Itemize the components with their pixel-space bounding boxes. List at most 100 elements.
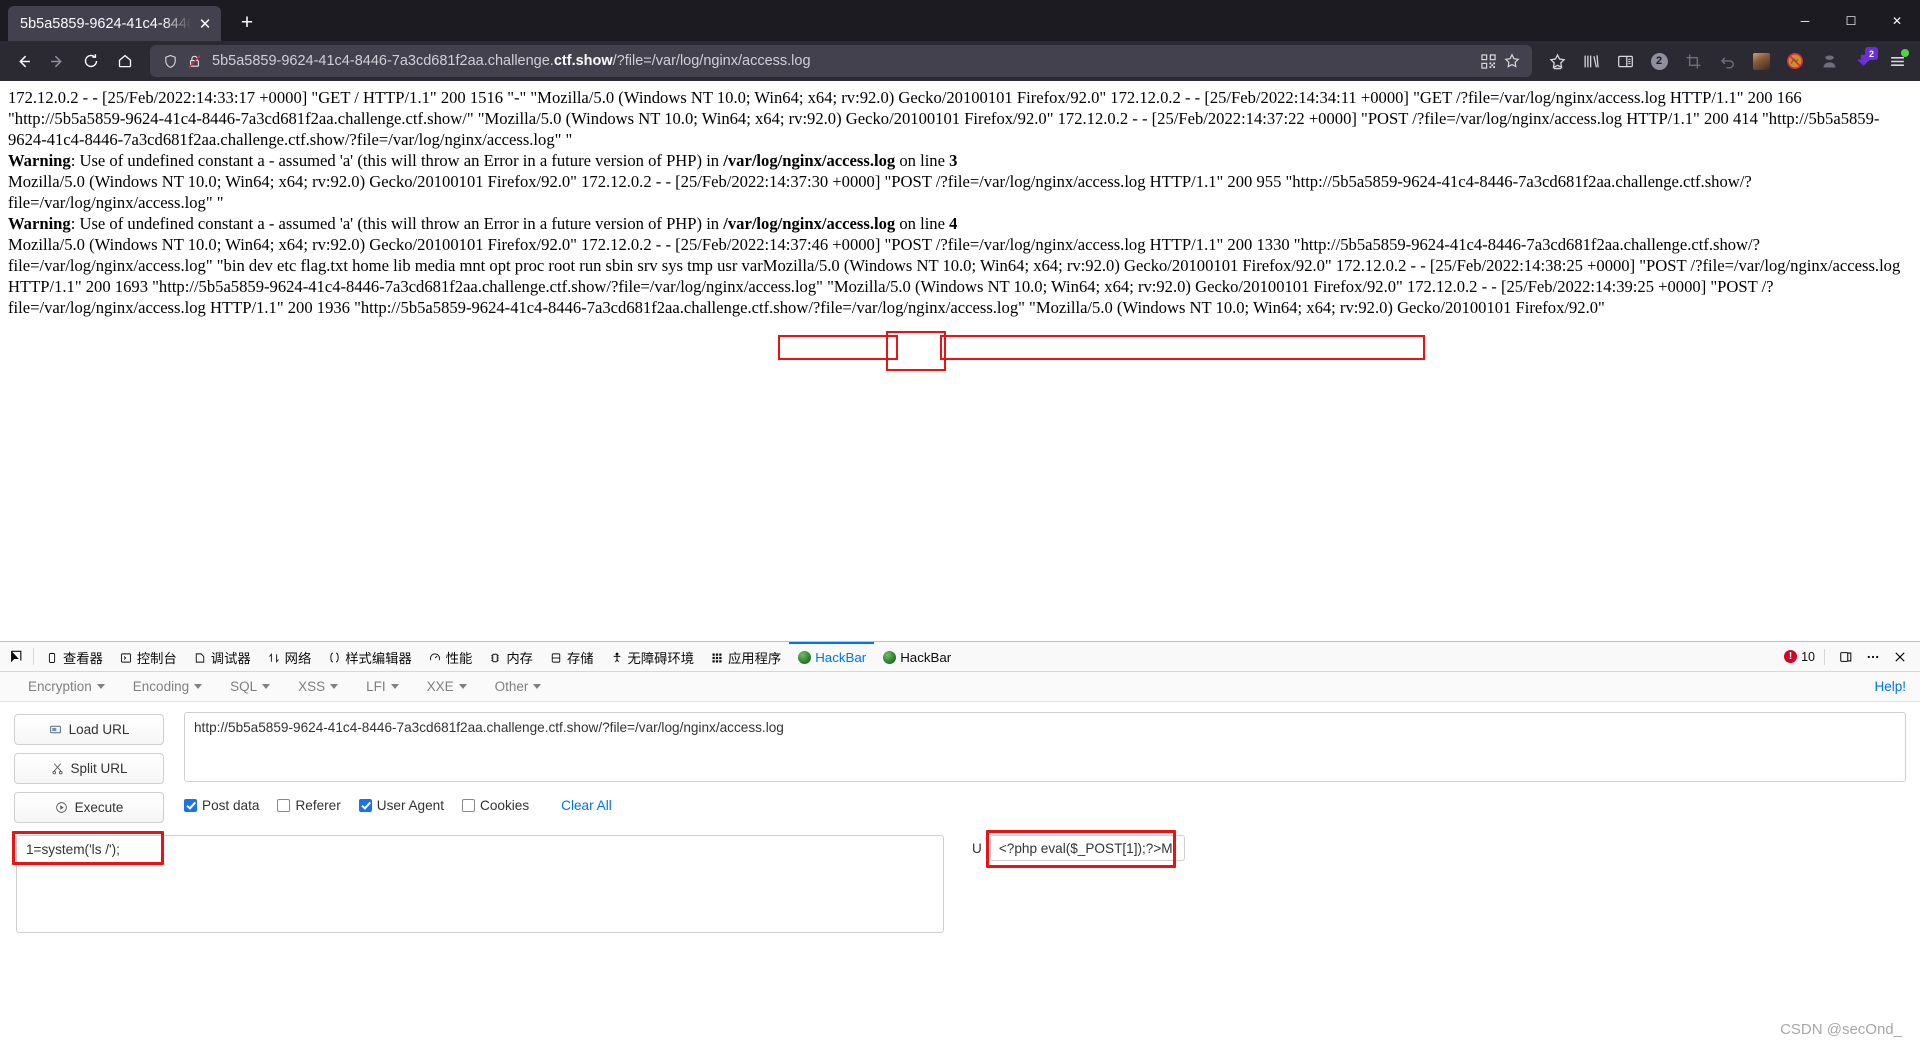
devtools-tab-storage[interactable]: 存储	[541, 642, 602, 671]
warning-label-1: Warning	[8, 151, 71, 170]
devtools-panel: 查看器 控制台 调试器 网络 样式编辑器 性能 内存 存储 无障碍环境 应用程序…	[0, 641, 1920, 1048]
hackbar-menu-encryption[interactable]: Encryption	[14, 679, 119, 694]
devtools-tab-memory[interactable]: 内存	[480, 642, 541, 671]
devtools-tab-hackbar-selected[interactable]: HackBar	[789, 642, 875, 671]
annotation-box-ls-left	[778, 335, 898, 360]
devtools-tab-debugger[interactable]: 调试器	[185, 642, 259, 671]
split-url-label: Split URL	[70, 761, 128, 776]
minimize-icon[interactable]: ─	[1782, 0, 1828, 41]
devtools-tab-accessibility[interactable]: 无障碍环境	[602, 642, 702, 671]
address-bar[interactable]: 5b5a5859-9624-41c4-8446-7a3cd681f2aa.cha…	[150, 45, 1532, 77]
devtools-tab-label: 内存	[506, 651, 533, 666]
url-text: 5b5a5859-9624-41c4-8446-7a3cd681f2aa.cha…	[212, 53, 811, 69]
devtools-tab-style-editor[interactable]: 样式编辑器	[319, 642, 419, 671]
warning-file-1: /var/log/nginx/access.log	[723, 151, 896, 170]
update-indicator-dot	[1901, 49, 1909, 57]
more-options-icon[interactable]	[1861, 645, 1885, 669]
devtools-tab-label: 存储	[566, 651, 594, 666]
checkbox-box	[184, 799, 197, 812]
browser-chrome: 5b5a5859-9624-41c4-8446-7a3cd681f2aa ✕ +…	[0, 0, 1920, 81]
hackbar-menu-xss[interactable]: XSS	[284, 679, 352, 694]
checkbox-post-data[interactable]: Post data	[184, 798, 267, 813]
hackbar-menu-encoding[interactable]: Encoding	[119, 679, 216, 694]
forward-arrow-icon[interactable]	[40, 45, 74, 77]
close-icon[interactable]: ✕	[195, 14, 215, 34]
checkbox-user-agent[interactable]: User Agent	[358, 798, 452, 813]
load-url-button[interactable]: Load URL	[14, 714, 164, 745]
hackbar-menu-sql[interactable]: SQL	[216, 679, 284, 694]
checkbox-box	[277, 799, 291, 812]
clear-all-link[interactable]: Clear All	[561, 798, 612, 813]
hamburger-menu-icon[interactable]	[1880, 45, 1914, 77]
container-tabs-icon[interactable]: 2	[1642, 45, 1676, 77]
chevron-down-icon	[330, 684, 339, 689]
window-close-icon[interactable]: ✕	[1874, 0, 1920, 41]
split-url-button[interactable]: Split URL	[14, 753, 164, 784]
checkbox-box	[358, 799, 372, 812]
warning-file-2: /var/log/nginx/access.log	[723, 214, 896, 233]
load-url-icon	[49, 723, 63, 737]
devtools-tab-label: 调试器	[210, 651, 251, 666]
hackbar-menu-xxe[interactable]: XXE	[413, 679, 481, 694]
user-agent-switcher-icon[interactable]	[1812, 45, 1846, 77]
devtools-tab-application[interactable]: 应用程序	[702, 642, 789, 671]
style-editor-icon	[327, 651, 341, 665]
navigation-toolbar: 5b5a5859-9624-41c4-8446-7a3cd681f2aa.cha…	[0, 41, 1920, 81]
devtools-tabbar: 查看器 控制台 调试器 网络 样式编辑器 性能 内存 存储 无障碍环境 应用程序…	[0, 642, 1920, 672]
library-icon[interactable]	[1574, 45, 1608, 77]
dock-layout-icon[interactable]	[1834, 645, 1858, 669]
home-icon[interactable]	[108, 45, 142, 77]
bookmark-star-icon[interactable]	[1500, 49, 1524, 73]
hackbar-action-buttons: Load URL Split URL Execute	[14, 712, 164, 823]
screenshot-crop-icon[interactable]	[1676, 45, 1710, 77]
close-devtools-icon[interactable]	[1888, 645, 1912, 669]
console-icon	[119, 651, 133, 665]
sidebar-toggle-icon[interactable]	[1608, 45, 1642, 77]
warning-body-1: : Use of undefined constant a - assumed …	[70, 151, 724, 170]
devtools-tab-hackbar-2[interactable]: HackBar	[874, 642, 959, 671]
browser-tab-active[interactable]: 5b5a5859-9624-41c4-8446-7a3cd681f2aa ✕	[8, 6, 221, 41]
profile-avatar-icon[interactable]	[1744, 45, 1778, 77]
devtools-tab-performance[interactable]: 性能	[420, 642, 481, 671]
pocket-save-icon[interactable]	[1540, 45, 1574, 77]
devtools-tab-inspector[interactable]: 查看器	[37, 642, 111, 671]
url-input[interactable]	[184, 712, 1906, 782]
inspector-icon	[45, 651, 59, 665]
maximize-icon[interactable]: ☐	[1828, 0, 1874, 41]
tracking-protection-disabled-icon[interactable]	[182, 49, 206, 73]
shield-icon[interactable]	[158, 49, 182, 73]
hackbar-menu-other[interactable]: Other	[481, 679, 556, 694]
post-data-input[interactable]	[16, 835, 944, 933]
element-picker-icon[interactable]	[2, 642, 30, 671]
devtools-tab-network[interactable]: 网络	[259, 642, 320, 671]
checkbox-referer[interactable]: Referer	[277, 798, 348, 813]
hackbar-body: Load URL Split URL Execute http://5b5a58…	[0, 702, 1920, 823]
accessibility-icon	[610, 651, 624, 665]
devtools-tab-console[interactable]: 控制台	[111, 642, 185, 671]
qr-code-icon[interactable]	[1476, 49, 1500, 73]
execute-label: Execute	[74, 800, 124, 815]
undo-icon[interactable]	[1710, 45, 1744, 77]
reload-icon[interactable]	[74, 45, 108, 77]
split-url-icon	[50, 762, 64, 776]
execute-button[interactable]: Execute	[14, 792, 164, 823]
checkbox-cookies[interactable]: Cookies	[462, 798, 537, 813]
user-agent-input[interactable]	[989, 835, 1185, 861]
hackbar-help-link[interactable]: Help!	[1874, 679, 1906, 694]
chevron-down-icon	[262, 684, 271, 689]
annotation-box-flag	[886, 331, 946, 371]
hackbar-menu-lfi[interactable]: LFI	[352, 679, 413, 694]
watermark: CSDN @secOnd_	[1780, 1021, 1902, 1038]
adblock-disabled-icon[interactable]	[1778, 45, 1812, 77]
error-count-badge[interactable]: ! 10	[1784, 650, 1815, 664]
memory-icon	[488, 651, 502, 665]
hackbar-panel: Encryption Encoding SQL XSS LFI XXE Othe…	[0, 672, 1920, 1048]
tab-strip: 5b5a5859-9624-41c4-8446-7a3cd681f2aa ✕ +…	[0, 0, 1920, 41]
downloads-icon[interactable]: 2	[1846, 45, 1880, 77]
checkbox-label: Referer	[295, 798, 341, 813]
new-tab-icon[interactable]: +	[231, 7, 263, 39]
back-arrow-icon[interactable]	[6, 45, 40, 77]
warning-body-2: : Use of undefined constant a - assumed …	[70, 214, 724, 233]
chevron-down-icon	[194, 684, 203, 689]
annotation-box-ls-right	[940, 335, 1425, 360]
